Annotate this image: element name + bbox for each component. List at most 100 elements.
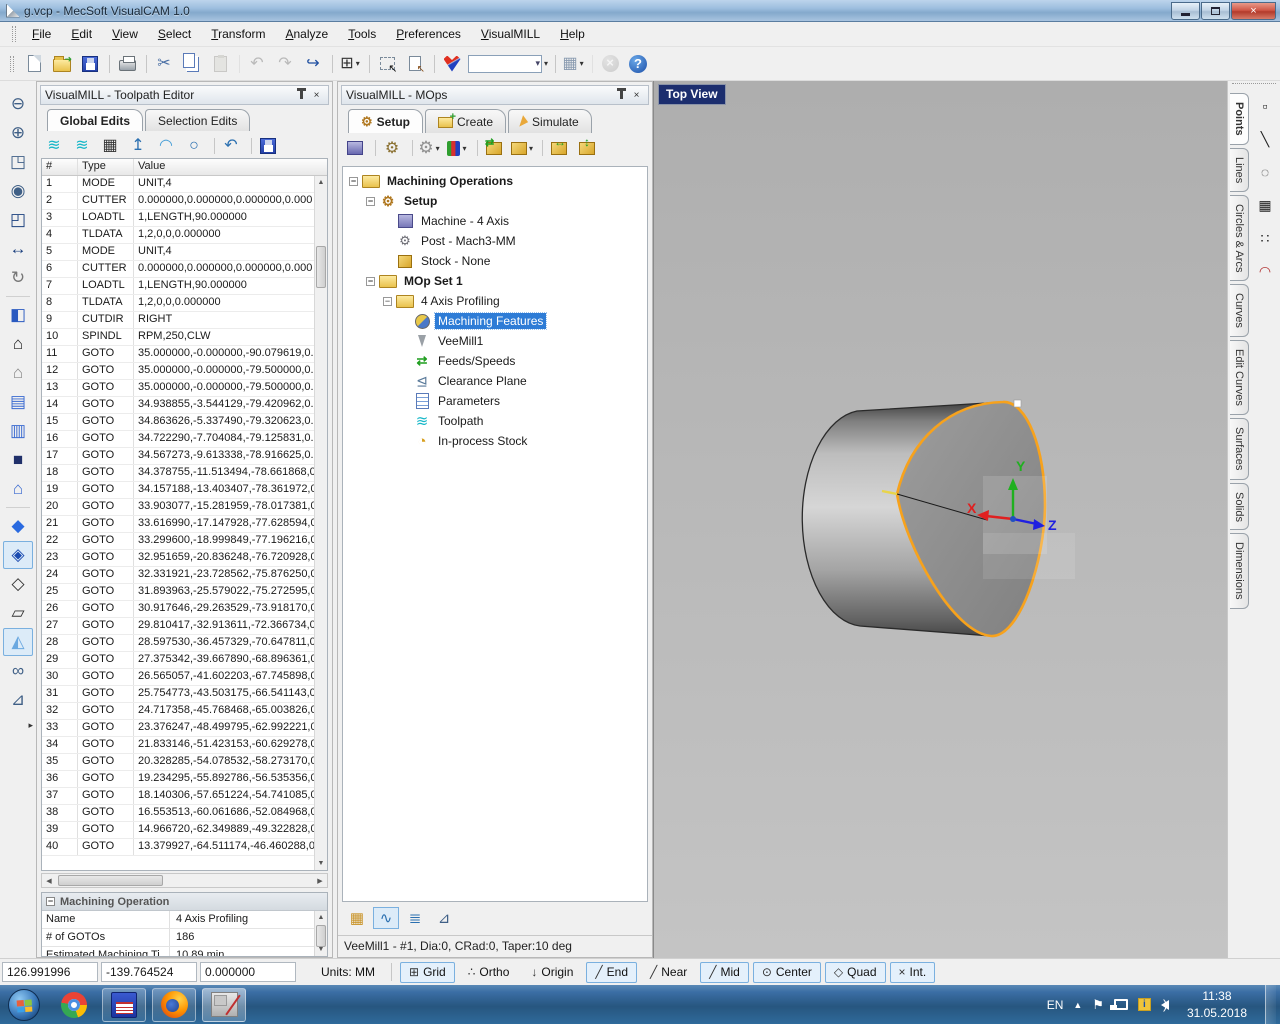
menu-item[interactable]: Tools <box>338 23 386 45</box>
points-on-line-button[interactable]: ╲ <box>1253 128 1277 150</box>
tree-item[interactable]: − Machine - 4 Axis <box>343 211 647 231</box>
table-row[interactable]: 32 GOTO 24.717358,-45.768468,-65.003826,… <box>42 703 314 720</box>
tree-item[interactable]: − Setup <box>343 191 647 211</box>
help-button[interactable] <box>625 51 651 77</box>
table-row[interactable]: 25 GOTO 31.893963,-25.579022,-75.272595,… <box>42 584 314 601</box>
table-row[interactable]: 35 GOTO 20.328285,-54.078532,-58.273170,… <box>42 754 314 771</box>
table-row[interactable]: 39 GOTO 14.966720,-62.349889,-49.322828,… <box>42 822 314 839</box>
tree-item[interactable]: − In-process Stock <box>343 431 647 451</box>
tab[interactable]: Simulate <box>508 109 592 133</box>
redo-button[interactable]: ↷ <box>272 51 298 77</box>
show-toolpath-button[interactable]: ∿ <box>373 907 399 929</box>
bottom-view-icon[interactable]: ▥ <box>3 417 33 445</box>
properties-header[interactable]: − Machining Operation <box>42 893 327 911</box>
tree-item[interactable]: − 4 Axis Profiling <box>343 291 647 311</box>
scroll-thumb[interactable] <box>316 246 326 288</box>
table-row[interactable]: 5 MODE UNIT,4 <box>42 244 314 261</box>
table-row[interactable]: 24 GOTO 32.331921,-23.728562,-75.876250,… <box>42 567 314 584</box>
viewport-layout-button[interactable]: ⊞ <box>332 51 363 77</box>
menu-item[interactable]: File <box>22 23 61 45</box>
rotate-view-icon[interactable]: ↻ <box>3 264 33 292</box>
reorder-levels-button[interactable]: ↥ <box>126 134 150 158</box>
table-row[interactable]: 6 CUTTER 0.000000,0.000000,0.000000,0.00… <box>42 261 314 278</box>
table-row[interactable]: 37 GOTO 18.140306,-57.651224,-54.741085,… <box>42 788 314 805</box>
selection-info-button[interactable] <box>402 51 428 77</box>
snap-toggle-button[interactable]: ╱ Near <box>641 962 696 983</box>
close-panel-icon[interactable]: × <box>629 88 644 103</box>
scroll-thumb[interactable] <box>58 875 163 886</box>
top-view-icon[interactable]: ▤ <box>3 388 33 416</box>
table-row[interactable]: 30 GOTO 26.565057,-41.602203,-67.745898,… <box>42 669 314 686</box>
tab[interactable]: Selection Edits <box>145 109 251 131</box>
point-grid-button[interactable]: ▦ <box>1253 194 1277 216</box>
open-file-button[interactable] <box>49 51 75 77</box>
grid-settings-button[interactable]: ▦ <box>555 51 586 77</box>
tree-item[interactable]: − Machining Features <box>343 311 647 331</box>
collapse-icon[interactable]: − <box>46 897 55 906</box>
pin-icon[interactable] <box>614 88 629 103</box>
start-button[interactable] <box>8 988 40 1021</box>
table-row[interactable]: 12 GOTO 35.000000,-0.000000,-79.500000,0… <box>42 363 314 380</box>
stock-box-button[interactable] <box>510 136 534 160</box>
firefox-app[interactable] <box>152 987 196 1022</box>
table-row[interactable]: 10 SPINDL RPM,250,CLW <box>42 329 314 346</box>
table-header[interactable]: # Type Value <box>42 159 327 176</box>
table-row[interactable]: 8 TLDATA 1,2,0,0,0.000000 <box>42 295 314 312</box>
zoom-window-icon[interactable]: ◳ <box>3 148 33 176</box>
cut-button[interactable]: ✂ <box>146 51 177 77</box>
machine-axes-button[interactable]: ⊿ <box>431 907 457 929</box>
menu-item[interactable]: Help <box>550 23 595 45</box>
table-row[interactable]: 17 GOTO 34.567273,-9.613338,-78.916625,0… <box>42 448 314 465</box>
zoom-out-icon[interactable]: ⊖ <box>3 90 33 118</box>
setup-options-button[interactable] <box>412 136 441 160</box>
close-panel-icon[interactable]: × <box>309 88 324 103</box>
tree-item[interactable]: − Stock - None <box>343 251 647 271</box>
table-row[interactable]: 1 MODE UNIT,4 <box>42 176 314 193</box>
modeling-tab[interactable]: Lines <box>1230 147 1249 192</box>
table-row[interactable]: 33 GOTO 23.376247,-48.499795,-62.992221,… <box>42 720 314 737</box>
table-row[interactable]: 11 GOTO 35.000000,-0.000000,-90.079619,0… <box>42 346 314 363</box>
table-row[interactable]: 31 GOTO 25.754773,-43.503175,-66.541143,… <box>42 686 314 703</box>
properties-scrollbar[interactable]: ▲ ▼ <box>314 911 327 956</box>
repeat-last-button[interactable]: ↪ <box>300 51 326 77</box>
table-row[interactable]: 4 TLDATA 1,2,0,0,0.000000 <box>42 227 314 244</box>
scatter-points-button[interactable]: ∷ <box>1253 227 1277 249</box>
table-row[interactable]: 9 CUTDIR RIGHT <box>42 312 314 329</box>
points-on-circle-button[interactable]: ◌ <box>1253 161 1277 183</box>
tree-item[interactable]: − VeeMill1 <box>343 331 647 351</box>
expander-icon[interactable]: − <box>383 296 392 306</box>
menu-item[interactable]: Select <box>148 23 201 45</box>
table-horizontal-scrollbar[interactable]: ◀ ▶ <box>41 873 328 888</box>
show-listing-button[interactable]: ≣ <box>402 907 428 929</box>
action-center-icon[interactable]: ⚑ <box>1092 997 1104 1013</box>
table-vertical-scrollbar[interactable]: ▲ ▼ <box>314 176 327 870</box>
table-row[interactable]: 14 GOTO 34.938855,-3.544129,-79.420962,0… <box>42 397 314 414</box>
snap-toggle-button[interactable]: ╱ Mid <box>700 961 749 983</box>
menu-item[interactable]: Analyze <box>275 23 338 45</box>
table-row[interactable]: 23 GOTO 32.951659,-20.836248,-76.720928,… <box>42 550 314 567</box>
show-hidden-icons[interactable]: ▲ <box>1073 1000 1082 1010</box>
tab[interactable]: ⚙ Setup <box>348 109 423 133</box>
tree-item[interactable]: − Parameters <box>343 391 647 411</box>
pick-select-button[interactable] <box>369 51 400 77</box>
simulation-glasses-icon[interactable]: ∞ <box>3 657 33 685</box>
points-on-curve-button[interactable]: ◠ <box>1253 260 1277 282</box>
table-row[interactable]: 22 GOTO 33.299600,-18.999849,-77.196216,… <box>42 533 314 550</box>
front-view-icon[interactable]: ⌂ <box>3 330 33 358</box>
tree-item[interactable]: − Clearance Plane <box>343 371 647 391</box>
vertex-marker[interactable] <box>1013 399 1022 408</box>
table-row[interactable]: 36 GOTO 19.234295,-55.892786,-56.535356,… <box>42 771 314 788</box>
stretch-stock-button[interactable] <box>575 135 599 160</box>
layer-combobox[interactable] <box>467 51 549 77</box>
property-row[interactable]: Estimated Machining Ti 10.89 min <box>42 947 314 956</box>
zoom-in-icon[interactable]: ⊕ <box>3 119 33 147</box>
table-row[interactable]: 15 GOTO 34.863626,-5.337490,-79.320623,0… <box>42 414 314 431</box>
view-cube-icon[interactable]: ◧ <box>3 301 33 329</box>
snap-toggle-button[interactable]: ∴ Ortho <box>459 962 519 983</box>
snap-toggle-button[interactable]: ⊙ Center <box>752 961 821 983</box>
shaded-display-icon[interactable]: ◆ <box>3 512 33 540</box>
table-row[interactable]: 40 GOTO 13.379927,-64.511174,-46.460288,… <box>42 839 314 856</box>
property-row[interactable]: # of GOTOs 186 <box>42 929 314 947</box>
circle-fit-button[interactable]: ○ <box>182 134 206 158</box>
new-document-button[interactable] <box>21 51 47 77</box>
